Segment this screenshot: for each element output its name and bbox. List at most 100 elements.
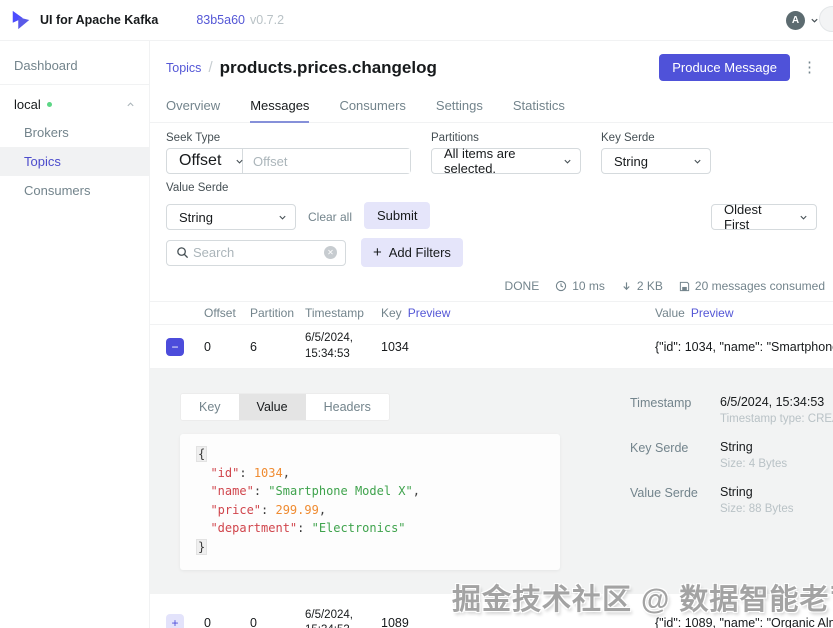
edge-avatar xyxy=(819,6,833,32)
sidebar-cluster-local[interactable]: local xyxy=(0,91,149,118)
tab-settings[interactable]: Settings xyxy=(436,89,483,122)
add-filters-button[interactable]: + Add Filters xyxy=(361,238,463,267)
message-row[interactable]: − 0 6 6/5/2024, 15:34:53 1034 {"id": 103… xyxy=(150,325,833,369)
search-input[interactable] xyxy=(189,245,324,260)
save-icon xyxy=(679,281,690,292)
clear-search-icon[interactable]: ✕ xyxy=(324,246,337,259)
status-bytes: 2 KB xyxy=(621,279,663,293)
app-title: UI for Apache Kafka xyxy=(40,13,159,27)
expand-row-button[interactable]: + xyxy=(166,614,184,628)
seek-type-group: Seek Type Offset xyxy=(166,132,411,174)
clock-icon xyxy=(555,280,567,292)
search-icon xyxy=(176,246,189,259)
meta-timestamp: Timestamp 6/5/2024, 15:34:53 Timestamp t… xyxy=(630,395,833,425)
value-serde-group: Value Serde xyxy=(166,182,817,194)
breadcrumb: Topics / products.prices.changelog Produ… xyxy=(150,41,833,89)
sidebar-item-brokers[interactable]: Brokers xyxy=(0,118,149,147)
tab-value[interactable]: Value xyxy=(238,394,306,420)
value-preview-link[interactable]: Preview xyxy=(691,306,734,320)
user-avatar[interactable]: A xyxy=(786,10,805,30)
main-content: Topics / products.prices.changelog Produ… xyxy=(150,41,833,628)
chevron-down-icon xyxy=(799,213,808,222)
meta-key-serde: Key Serde String Size: 4 Bytes xyxy=(630,440,788,470)
cluster-name: local xyxy=(14,97,41,112)
kafka-ui-page: UI for Apache Kafka 83b5a60 v0.7.2 A Das… xyxy=(0,0,833,628)
partitions-group: Partitions All items are selected. xyxy=(431,132,581,176)
key-serde-label: Key Serde xyxy=(601,132,655,144)
top-navbar: UI for Apache Kafka 83b5a60 v0.7.2 A xyxy=(0,0,833,41)
cell-timestamp: 6/5/2024, 15:34:53 xyxy=(305,608,353,628)
sidebar-item-dashboard[interactable]: Dashboard xyxy=(0,51,149,80)
produce-message-button[interactable]: Produce Message xyxy=(659,54,790,81)
chevron-up-icon[interactable] xyxy=(126,97,135,112)
status-consumed: 20 messages consumed xyxy=(679,279,825,293)
breadcrumb-topics-link[interactable]: Topics xyxy=(166,61,201,75)
chevron-down-icon xyxy=(810,16,819,25)
tab-consumers[interactable]: Consumers xyxy=(339,89,405,122)
tab-key[interactable]: Key xyxy=(181,394,239,420)
search-box: ✕ xyxy=(166,239,346,266)
cell-partition: 6 xyxy=(250,339,257,354)
tab-statistics[interactable]: Statistics xyxy=(513,89,565,122)
user-menu[interactable]: A xyxy=(786,10,819,30)
clear-all-link[interactable]: Clear all xyxy=(308,210,352,224)
cluster-status-dot-icon xyxy=(46,102,52,107)
sidebar: Dashboard local Brokers Topics Consumers xyxy=(0,41,150,628)
value-serde-select[interactable]: String xyxy=(166,204,296,230)
message-content-tabs: Key Value Headers xyxy=(180,393,390,421)
col-value: Value Preview xyxy=(655,306,734,320)
commit-link[interactable]: 83b5a60 xyxy=(196,13,245,27)
cell-offset: 0 xyxy=(204,616,211,628)
message-value-json: { "id": 1034, "name": "Smartphone Model … xyxy=(180,434,560,570)
key-preview-link[interactable]: Preview xyxy=(408,306,451,320)
tab-overview[interactable]: Overview xyxy=(166,89,220,122)
submit-button[interactable]: Submit xyxy=(364,202,431,229)
seek-offset-input[interactable] xyxy=(243,149,410,173)
status-state: DONE xyxy=(504,279,540,293)
filters-panel: Seek Type Offset Partition xyxy=(150,123,833,267)
cell-partition: 0 xyxy=(250,616,257,628)
message-row[interactable]: + 0 0 6/5/2024, 15:34:53 1089 {"id": 108… xyxy=(150,602,833,628)
arrow-down-icon xyxy=(621,281,632,292)
consume-status-bar: DONE 10 ms 2 KB 20 messages consumed xyxy=(150,267,833,301)
col-offset: Offset xyxy=(204,306,236,320)
cell-value: {"id": 1089, "name": "Organic Almo xyxy=(655,616,833,628)
plus-icon: + xyxy=(373,244,382,261)
key-serde-group: Key Serde String xyxy=(601,132,711,174)
chevron-down-icon xyxy=(693,157,702,166)
status-elapsed: 10 ms xyxy=(555,279,605,293)
version-label: v0.7.2 xyxy=(250,13,285,27)
col-key: Key Preview xyxy=(381,306,451,320)
chevron-down-icon xyxy=(563,157,572,166)
page-title: products.prices.changelog xyxy=(219,57,437,77)
tab-messages[interactable]: Messages xyxy=(250,89,310,123)
partitions-select[interactable]: All items are selected. xyxy=(431,146,581,176)
topic-tabs: Overview Messages Consumers Settings Sta… xyxy=(150,89,833,123)
cell-key: 1034 xyxy=(381,339,409,354)
col-partition: Partition xyxy=(250,306,295,320)
seek-type-select[interactable]: Offset xyxy=(167,149,243,173)
sidebar-divider xyxy=(0,84,149,85)
partitions-label: Partitions xyxy=(431,132,479,144)
message-detail-panel: Key Value Headers { "id": 1034, "name": … xyxy=(150,369,833,594)
messages-table-header: Offset Partition Timestamp Key Preview Va… xyxy=(150,301,833,325)
collapse-row-button[interactable]: − xyxy=(166,337,184,356)
cell-key: 1089 xyxy=(381,616,409,628)
meta-value-serde: Value Serde String Size: 88 Bytes xyxy=(630,485,794,515)
seek-type-label: Seek Type xyxy=(166,132,221,144)
breadcrumb-separator: / xyxy=(208,59,213,76)
value-serde-label: Value Serde xyxy=(166,182,229,194)
cell-offset: 0 xyxy=(204,339,211,354)
sidebar-item-consumers[interactable]: Consumers xyxy=(0,176,149,205)
col-timestamp: Timestamp xyxy=(305,306,364,320)
chevron-down-icon xyxy=(278,213,287,222)
sidebar-item-topics[interactable]: Topics xyxy=(0,147,149,176)
kafka-ui-logo-icon xyxy=(10,9,32,31)
message-metadata: Timestamp 6/5/2024, 15:34:53 Timestamp t… xyxy=(600,393,833,570)
key-serde-select[interactable]: String xyxy=(601,148,711,174)
tab-headers[interactable]: Headers xyxy=(305,394,389,420)
cell-timestamp: 6/5/2024, 15:34:53 xyxy=(305,331,353,360)
cell-value: {"id": 1034, "name": "Smartphone xyxy=(655,339,833,354)
order-select[interactable]: Oldest First xyxy=(711,202,817,232)
kebab-menu-icon[interactable]: ⋮ xyxy=(802,60,817,75)
